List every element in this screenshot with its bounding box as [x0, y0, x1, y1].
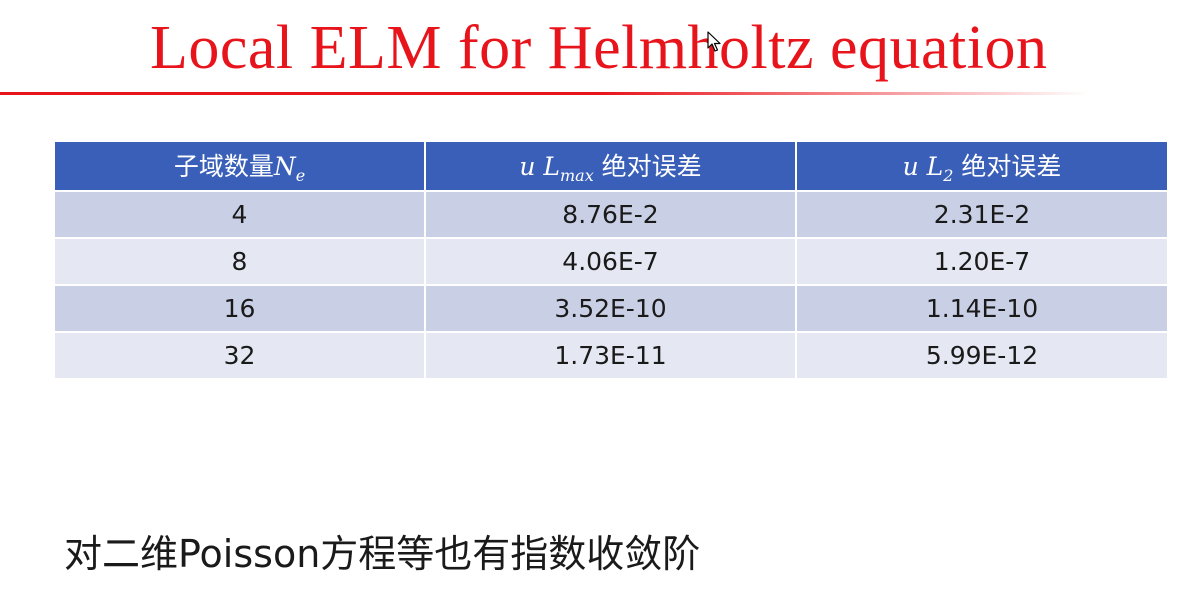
- header-lmax-error: u Lmax 绝对误差: [424, 140, 797, 192]
- header-math-symbol: u L: [519, 152, 560, 181]
- cell-l2-error: 2.31E-2: [795, 190, 1169, 239]
- header-suffix: 绝对误差: [593, 152, 702, 181]
- cell-subdomain-count: 32: [53, 331, 426, 380]
- table-row: 32 1.73E-11 5.99E-12: [53, 331, 1169, 380]
- slide: Local ELM for Helmholtz equation 子域数量Ne …: [0, 0, 1202, 604]
- header-math-symbol: N: [273, 152, 296, 181]
- cell-subdomain-count: 8: [53, 237, 426, 286]
- header-math-subscript: max: [559, 166, 594, 185]
- cell-lmax-error: 1.73E-11: [424, 331, 797, 380]
- header-math-subscript: 2: [943, 166, 954, 185]
- error-table: 子域数量Ne u Lmax 绝对误差 u L2 绝对误差 4 8.76E-2 2…: [53, 140, 1169, 380]
- cell-lmax-error: 3.52E-10: [424, 284, 797, 333]
- header-l2-error: u L2 绝对误差: [795, 140, 1169, 192]
- cell-l2-error: 1.20E-7: [795, 237, 1169, 286]
- table-header-row: 子域数量Ne u Lmax 绝对误差 u L2 绝对误差: [53, 140, 1169, 192]
- header-math-symbol: u L: [902, 152, 944, 181]
- header-label: 子域数量: [173, 152, 274, 181]
- cell-subdomain-count: 16: [53, 284, 426, 333]
- header-subdomain-count: 子域数量Ne: [53, 140, 426, 192]
- header-suffix: 绝对误差: [953, 152, 1062, 181]
- slide-title: Local ELM for Helmholtz equation: [150, 14, 1048, 82]
- table-row: 4 8.76E-2 2.31E-2: [53, 190, 1169, 239]
- cell-lmax-error: 8.76E-2: [424, 190, 797, 239]
- cell-l2-error: 1.14E-10: [795, 284, 1169, 333]
- table-row: 8 4.06E-7 1.20E-7: [53, 237, 1169, 286]
- title-underline: [0, 92, 1090, 95]
- cell-subdomain-count: 4: [53, 190, 426, 239]
- cell-l2-error: 5.99E-12: [795, 331, 1169, 380]
- slide-footer-text: 对二维Poisson方程等也有指数收敛阶: [64, 532, 701, 576]
- cell-lmax-error: 4.06E-7: [424, 237, 797, 286]
- table-row: 16 3.52E-10 1.14E-10: [53, 284, 1169, 333]
- header-math-subscript: e: [295, 166, 306, 185]
- mouse-pointer-icon: [707, 31, 721, 52]
